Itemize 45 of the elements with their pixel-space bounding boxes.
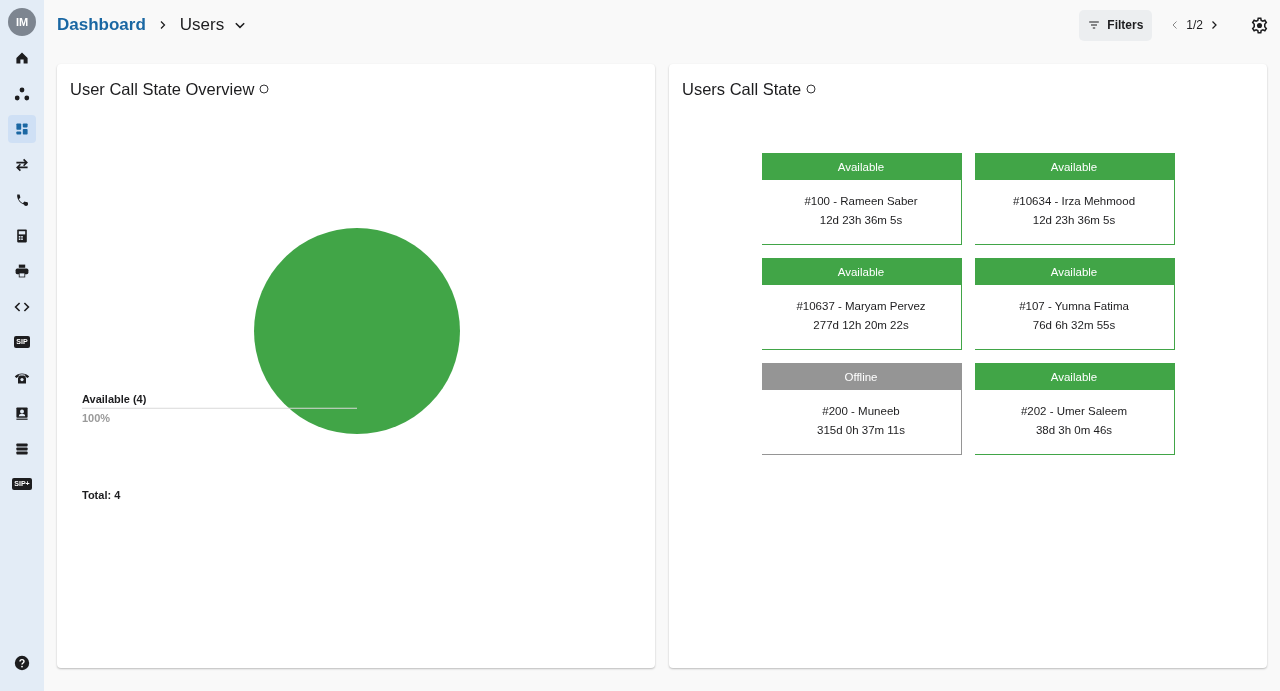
status-header: Available <box>974 258 1174 285</box>
home-icon <box>14 50 30 66</box>
user-name: #10637 - Maryam Pervez <box>796 299 926 312</box>
info-icon <box>259 84 270 94</box>
dashboard-icon <box>14 121 30 137</box>
panel-title: User Call State Overview <box>70 79 255 99</box>
state-duration: 277d 12h 20m 22s <box>813 318 909 331</box>
help-icon <box>14 655 30 671</box>
stacked-list-icon <box>14 440 30 457</box>
swap-arrows-icon <box>14 156 30 173</box>
slice-label: Available (4) <box>82 393 147 406</box>
next-page-button[interactable] <box>1209 20 1219 30</box>
calculator-icon <box>14 227 30 244</box>
breadcrumb-link[interactable]: Dashboard <box>57 15 146 35</box>
state-duration: 12d 23h 36m 5s <box>819 213 903 226</box>
state-duration: 12d 23h 36m 5s <box>1032 213 1116 226</box>
printer-icon <box>14 263 30 279</box>
status-header: Offline <box>761 363 961 390</box>
filter-icon <box>1088 19 1101 31</box>
user-name: #200 - Muneeb <box>822 404 900 417</box>
slice-percent: 100% <box>82 412 111 425</box>
user-avatar: IM <box>8 8 36 36</box>
state-duration: 76d 6h 32m 55s <box>1032 318 1116 331</box>
settings-icon <box>1251 16 1268 34</box>
status-header: Available <box>974 153 1174 180</box>
settings-button[interactable] <box>1251 16 1268 34</box>
panel-title: Users Call State <box>682 79 802 99</box>
status-header: Available <box>761 258 961 285</box>
user-name: #107 - Yumna Fatima <box>1019 299 1129 312</box>
user-name: #202 - Umer Saleem <box>1020 404 1128 417</box>
state-duration: 38d 3h 0m 46s <box>1035 423 1113 436</box>
contact-card-icon <box>14 405 30 421</box>
phone-call-icon <box>14 192 30 208</box>
filters-button[interactable]: Filters <box>1079 9 1153 41</box>
status-header: Available <box>761 153 961 180</box>
total-label: Total: 4 <box>82 489 122 501</box>
user-name: #100 - Rameen Saber <box>804 194 918 207</box>
info-icon <box>806 84 817 94</box>
page-title: Users <box>179 15 225 35</box>
three-dots-icon <box>14 85 30 102</box>
user-name: #10634 - Irza Mehmood <box>1012 194 1136 207</box>
status-header: Available <box>974 363 1174 390</box>
state-duration: 315d 0h 37m 11s <box>817 423 905 436</box>
page-indicator: 1/2 <box>1186 18 1203 32</box>
chevron-right-icon <box>1209 20 1219 30</box>
